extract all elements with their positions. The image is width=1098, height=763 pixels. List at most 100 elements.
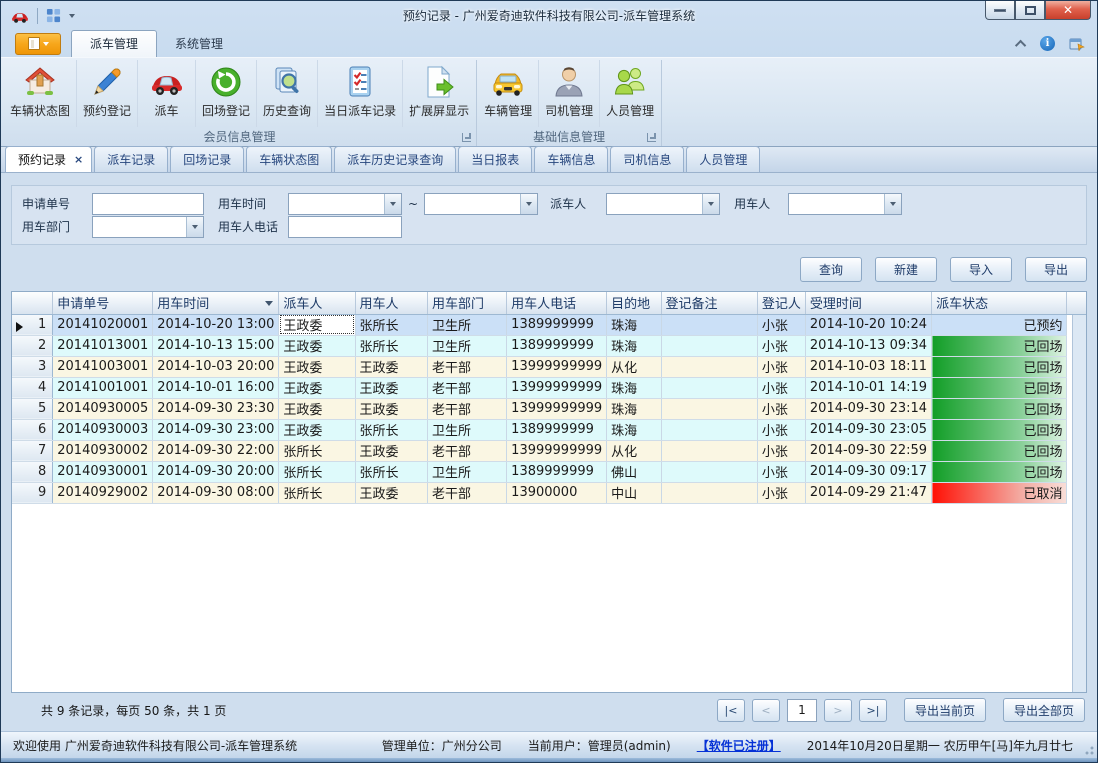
request-no-input[interactable] bbox=[92, 193, 204, 215]
table-cell[interactable]: 13900000 bbox=[507, 482, 607, 503]
table-cell[interactable]: 2014-10-01 16:00 bbox=[153, 377, 279, 398]
ribbon-tab-系统管理[interactable]: 系统管理 bbox=[157, 31, 241, 57]
table-cell[interactable]: 王政委 bbox=[279, 377, 355, 398]
table-cell[interactable]: 2014-09-30 23:00 bbox=[153, 419, 279, 440]
status-cell[interactable]: 已取消 bbox=[932, 482, 1067, 503]
table-cell[interactable]: 老干部 bbox=[428, 398, 507, 419]
table-cell[interactable]: 珠海 bbox=[607, 398, 661, 419]
user-select[interactable] bbox=[788, 193, 902, 215]
table-cell[interactable]: 张所长 bbox=[279, 461, 355, 482]
table-row[interactable]: 2201410130012014-10-13 15:00王政委张所长卫生所138… bbox=[12, 335, 1086, 356]
row-indicator[interactable]: 2 bbox=[12, 335, 53, 356]
vertical-scrollbar[interactable] bbox=[1072, 315, 1086, 692]
status-cell[interactable]: 已回场 bbox=[932, 419, 1067, 440]
table-cell[interactable]: 老干部 bbox=[428, 377, 507, 398]
table-cell[interactable] bbox=[661, 398, 757, 419]
import-button[interactable]: 导入 bbox=[950, 257, 1012, 282]
table-cell[interactable]: 2014-09-29 21:47 bbox=[805, 482, 931, 503]
column-header-派车状态[interactable]: 派车状态 bbox=[932, 292, 1067, 314]
table-cell[interactable]: 王政委 bbox=[355, 398, 428, 419]
table-cell[interactable]: 张所长 bbox=[355, 314, 428, 335]
table-row[interactable]: 6201409300032014-09-30 23:00王政委张所长卫生所138… bbox=[12, 419, 1086, 440]
use-time-from-select[interactable] bbox=[288, 193, 402, 215]
row-indicator[interactable]: 8 bbox=[12, 461, 53, 482]
table-cell[interactable]: 小张 bbox=[757, 440, 805, 461]
table-cell[interactable]: 2014-10-20 10:24 bbox=[805, 314, 931, 335]
table-cell[interactable]: 13999999999 bbox=[507, 377, 607, 398]
table-cell[interactable]: 王政委 bbox=[279, 314, 355, 335]
chevron-down-icon[interactable] bbox=[884, 194, 901, 214]
status-cell[interactable]: 已回场 bbox=[932, 335, 1067, 356]
license-link[interactable]: 【软件已注册】 bbox=[697, 737, 781, 754]
table-cell[interactable]: 张所长 bbox=[355, 419, 428, 440]
table-cell[interactable]: 1389999999 bbox=[507, 419, 607, 440]
table-cell[interactable]: 老干部 bbox=[428, 356, 507, 377]
close-button[interactable]: ✕ bbox=[1045, 1, 1091, 20]
qat-dropdown-icon[interactable] bbox=[69, 14, 75, 18]
doc-tab-回场记录[interactable]: 回场记录 bbox=[170, 146, 244, 172]
table-cell[interactable]: 张所长 bbox=[355, 461, 428, 482]
table-cell[interactable]: 2014-09-30 23:14 bbox=[805, 398, 931, 419]
table-cell[interactable]: 2014-10-03 18:11 bbox=[805, 356, 931, 377]
ribbon-button-人员管理[interactable]: 人员管理 bbox=[600, 60, 660, 127]
column-header-用车部门[interactable]: 用车部门 bbox=[428, 292, 507, 314]
table-cell[interactable]: 小张 bbox=[757, 419, 805, 440]
table-row[interactable]: 4201410010012014-10-01 16:00王政委王政委老干部139… bbox=[12, 377, 1086, 398]
table-cell[interactable]: 珠海 bbox=[607, 335, 661, 356]
table-cell[interactable]: 2014-09-30 20:00 bbox=[153, 461, 279, 482]
doc-tab-车辆状态图[interactable]: 车辆状态图 bbox=[246, 146, 332, 172]
table-cell[interactable]: 13999999999 bbox=[507, 356, 607, 377]
table-cell[interactable]: 老干部 bbox=[428, 440, 507, 461]
next-page-button[interactable]: > bbox=[824, 699, 852, 722]
column-header-目的地[interactable]: 目的地 bbox=[607, 292, 661, 314]
layout-grid-icon[interactable] bbox=[46, 8, 61, 23]
table-cell[interactable]: 1389999999 bbox=[507, 335, 607, 356]
row-indicator[interactable]: 4 bbox=[12, 377, 53, 398]
table-cell[interactable]: 13999999999 bbox=[507, 398, 607, 419]
table-cell[interactable]: 佛山 bbox=[607, 461, 661, 482]
status-cell[interactable]: 已回场 bbox=[932, 440, 1067, 461]
table-cell[interactable]: 小张 bbox=[757, 356, 805, 377]
table-row[interactable]: 8201409300012014-09-30 20:00张所长张所长卫生所138… bbox=[12, 461, 1086, 482]
doc-tab-预约记录[interactable]: 预约记录× bbox=[5, 146, 92, 172]
table-cell[interactable] bbox=[661, 482, 757, 503]
table-cell[interactable]: 20141001001 bbox=[53, 377, 153, 398]
maximize-button[interactable] bbox=[1015, 1, 1045, 20]
last-page-button[interactable]: >| bbox=[859, 699, 887, 722]
ribbon-tab-派车管理[interactable]: 派车管理 bbox=[71, 30, 157, 57]
first-page-button[interactable]: |< bbox=[717, 699, 745, 722]
dispatcher-select[interactable] bbox=[606, 193, 720, 215]
table-cell[interactable]: 小张 bbox=[757, 335, 805, 356]
column-header-登记备注[interactable]: 登记备注 bbox=[661, 292, 757, 314]
table-cell[interactable]: 张所长 bbox=[279, 440, 355, 461]
table-cell[interactable] bbox=[661, 461, 757, 482]
table-cell[interactable]: 王政委 bbox=[355, 356, 428, 377]
table-cell[interactable]: 2014-10-01 14:19 bbox=[805, 377, 931, 398]
column-header-用车时间[interactable]: 用车时间 bbox=[153, 292, 279, 314]
table-row[interactable]: 9201409290022014-09-30 08:00张所长王政委老干部139… bbox=[12, 482, 1086, 503]
table-cell[interactable]: 20140930003 bbox=[53, 419, 153, 440]
table-cell[interactable]: 2014-09-30 09:17 bbox=[805, 461, 931, 482]
table-cell[interactable]: 小张 bbox=[757, 377, 805, 398]
row-indicator[interactable]: 3 bbox=[12, 356, 53, 377]
table-cell[interactable]: 从化 bbox=[607, 440, 661, 461]
use-time-to-select[interactable] bbox=[424, 193, 538, 215]
table-cell[interactable]: 2014-10-03 20:00 bbox=[153, 356, 279, 377]
table-cell[interactable]: 珠海 bbox=[607, 377, 661, 398]
export-button[interactable]: 导出 bbox=[1025, 257, 1087, 282]
table-cell[interactable]: 20141020001 bbox=[53, 314, 153, 335]
export-all-pages-button[interactable]: 导出全部页 bbox=[1003, 698, 1085, 722]
table-cell[interactable]: 珠海 bbox=[607, 419, 661, 440]
column-header-登记人[interactable]: 登记人 bbox=[757, 292, 805, 314]
table-cell[interactable]: 王政委 bbox=[355, 377, 428, 398]
table-cell[interactable]: 20140930005 bbox=[53, 398, 153, 419]
table-cell[interactable]: 2014-09-30 23:30 bbox=[153, 398, 279, 419]
dept-select[interactable] bbox=[92, 216, 204, 238]
table-cell[interactable]: 王政委 bbox=[355, 440, 428, 461]
minimize-button[interactable] bbox=[985, 1, 1015, 20]
table-row[interactable]: 1201410200012014-10-20 13:00王政委张所长卫生所138… bbox=[12, 314, 1086, 335]
app-menu-button[interactable] bbox=[15, 33, 61, 55]
dialog-launcher-icon[interactable] bbox=[462, 133, 471, 142]
table-row[interactable]: 3201410030012014-10-03 20:00王政委王政委老干部139… bbox=[12, 356, 1086, 377]
ribbon-button-派车[interactable]: 派车 bbox=[138, 60, 196, 127]
